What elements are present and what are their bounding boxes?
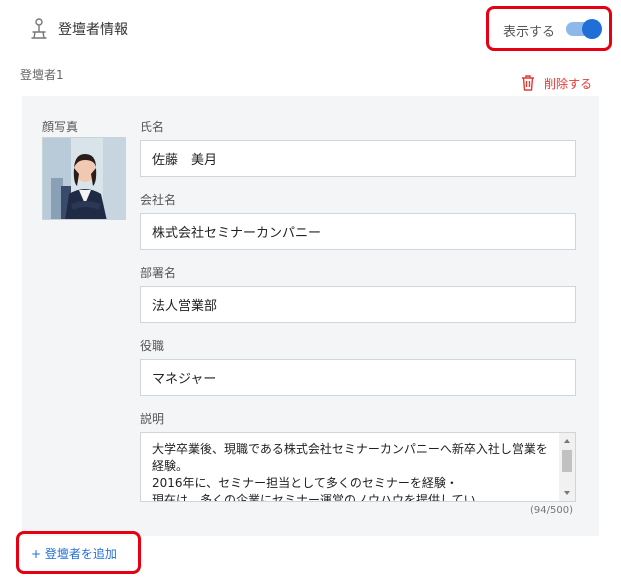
character-count: (94/500) xyxy=(530,505,573,516)
description-label: 説明 xyxy=(140,412,165,426)
department-label: 部署名 xyxy=(140,266,177,280)
job-title-label: 役職 xyxy=(140,339,165,353)
section-title: 登壇者情報 xyxy=(58,22,128,38)
delete-label: 削除する xyxy=(544,76,593,91)
name-input[interactable] xyxy=(140,140,576,177)
department-input[interactable] xyxy=(140,286,576,323)
scroll-thumb[interactable] xyxy=(562,450,572,472)
speaker-photo[interactable] xyxy=(42,137,126,220)
add-speaker-button[interactable]: + 登壇者を追加 xyxy=(31,545,117,562)
job-title-input[interactable] xyxy=(140,359,576,396)
name-label: 氏名 xyxy=(140,120,165,134)
display-toggle-label: 表示する xyxy=(503,25,556,40)
company-input[interactable] xyxy=(140,213,576,250)
photo-label: 顔写真 xyxy=(42,120,79,134)
delete-speaker-button[interactable]: 削除する xyxy=(521,73,592,93)
speaker-person-icon xyxy=(31,18,47,39)
display-toggle[interactable] xyxy=(566,19,602,39)
scroll-up-arrow-icon[interactable] xyxy=(564,439,570,443)
portrait-image xyxy=(43,138,125,219)
description-text: 大学卒業後、現職である株式会社セミナーカンパニーへ新卒入社し営業を経験。 201… xyxy=(152,442,548,502)
speaker-number-label: 登壇者1 xyxy=(20,68,64,82)
toggle-knob xyxy=(582,19,602,39)
description-scrollbar[interactable] xyxy=(559,433,575,501)
company-label: 会社名 xyxy=(140,193,177,207)
description-textarea[interactable]: 大学卒業後、現職である株式会社セミナーカンパニーへ新卒入社し営業を経験。 201… xyxy=(140,432,576,502)
scroll-down-arrow-icon[interactable] xyxy=(564,491,570,495)
trash-icon xyxy=(522,75,534,91)
